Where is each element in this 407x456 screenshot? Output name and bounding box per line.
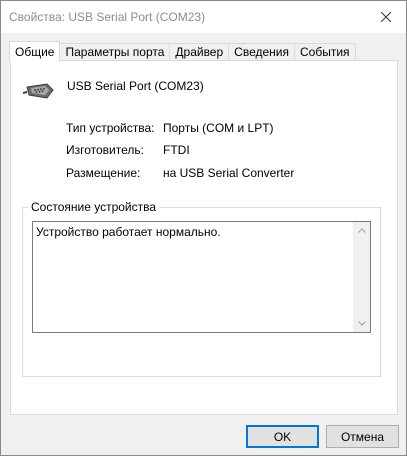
- property-label: Изготовитель:: [66, 143, 144, 157]
- scroll-up-button[interactable]: [353, 222, 370, 239]
- property-value: Порты (COM и LPT): [163, 121, 274, 135]
- tab-events[interactable]: События: [293, 43, 356, 61]
- general-tab-panel: USB Serial Port (COM23) Тип устройства: …: [10, 60, 398, 415]
- title-bar[interactable]: Свойства: USB Serial Port (COM23): [1, 1, 406, 33]
- device-status-textbox[interactable]: Устройство работает нормально.: [32, 221, 371, 333]
- properties-dialog: Свойства: USB Serial Port (COM23) Общие …: [0, 0, 407, 456]
- tab-port-settings[interactable]: Параметры порта: [59, 43, 171, 61]
- property-value: на USB Serial Converter: [163, 166, 295, 180]
- property-label: Тип устройства:: [66, 121, 155, 135]
- tab-details[interactable]: Сведения: [228, 43, 295, 61]
- ok-button[interactable]: OK: [246, 425, 319, 448]
- close-icon: [381, 12, 391, 22]
- device-name: USB Serial Port (COM23): [67, 79, 204, 93]
- chevron-down-icon: [357, 321, 366, 326]
- device-status-group: Состояние устройства Устройство работает…: [22, 200, 381, 377]
- cancel-button[interactable]: Отмена: [326, 425, 399, 448]
- tab-general[interactable]: Общие: [9, 41, 61, 62]
- chevron-up-icon: [357, 228, 366, 233]
- property-label: Размещение:: [66, 166, 141, 180]
- tab-strip: Общие Параметры порта Драйвер Сведения С…: [9, 41, 356, 62]
- property-value: FTDI: [163, 143, 190, 157]
- serial-port-connector-icon: [23, 83, 54, 99]
- close-button[interactable]: [366, 1, 406, 33]
- tab-driver[interactable]: Драйвер: [169, 43, 230, 61]
- device-status-legend: Состояние устройства: [28, 200, 160, 214]
- device-status-text: Устройство работает нормально.: [36, 225, 221, 239]
- scroll-down-button[interactable]: [353, 315, 370, 332]
- window-title: Свойства: USB Serial Port (COM23): [9, 10, 206, 24]
- status-scrollbar[interactable]: [353, 222, 370, 332]
